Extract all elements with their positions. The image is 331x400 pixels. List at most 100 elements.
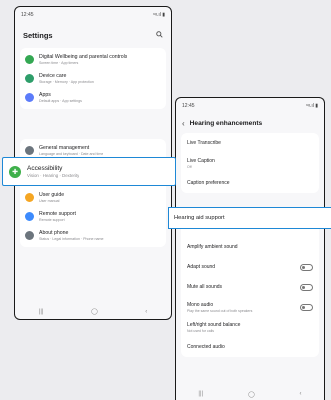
home-icon[interactable]: ◯ [91,308,98,315]
settings-item-sub: Remote support [39,218,65,222]
settings-item-text: Remote support Remote support [39,211,76,222]
settings-item-text: User guide User manual [39,192,64,203]
settings-item-sub: Storage · Memory · App protection [39,80,94,84]
settings-item[interactable]: Digital Wellbeing and parental controls S… [20,50,166,69]
page-title: Settings [23,30,53,40]
back-icon[interactable]: ‹ [300,391,302,398]
settings-item-label: General management [39,145,90,151]
settings-item-sub: Default apps · App settings [39,99,82,103]
hearing-item[interactable]: Live Transcribe [181,133,319,153]
hearing-item-label: Live Caption [187,157,215,164]
hearing-item-label: Caption preference [187,180,230,186]
status-bar: 12:45 ⁶ᵍ.ıl ▮ [15,7,171,22]
settings-item-sub: Language and keyboard · Date and time [39,152,104,156]
settings-item-label: About phone [39,230,69,236]
recent-apps-icon[interactable]: ||| [198,391,203,398]
stage: 12:45 ⁶ᵍ.ıl ▮ Settings Digital Wellbeing… [0,0,331,400]
status-bar: 12:45 ⁶ᵍ.ıl ▮ [176,98,324,113]
search-icon[interactable] [156,30,163,40]
hearing-list: Live Transcribe Live Caption Off Caption pr… [176,133,324,357]
toggle-switch[interactable] [300,283,313,291]
settings-item[interactable]: Apps Default apps · App settings [20,88,166,107]
nav-bar: ||| ◯ ‹ [15,308,171,316]
recent-apps-icon[interactable]: ||| [39,309,44,315]
back-icon[interactable]: ‹ [145,309,147,315]
page-title: Hearing enhancements [189,119,263,127]
hearing-item[interactable]: Mono audio Play the same sound out of bot… [181,297,319,317]
hearing-card: Live Transcribe Live Caption Off Caption pr… [181,133,319,193]
toggle-switch[interactable] [300,303,313,311]
settings-item-sub: Screen time · App timers [39,61,79,65]
settings-item[interactable]: User guide User manual [20,188,166,207]
settings-item-icon [25,146,34,155]
hearing-item-label: Mono audio [187,301,214,308]
settings-item-icon [25,55,34,64]
hearing-item-text: Left/right sound balance Not used for cal… [187,322,240,333]
settings-item-text: General management Language and keyboard … [39,145,103,156]
hearing-item-text: Live Transcribe [187,140,221,146]
settings-header: Settings [15,22,171,48]
hearing-item[interactable]: Caption preference [181,173,319,193]
hearing-card: Sound NotificationsAmplify ambient sound… [181,217,319,357]
hearing-item-text: Live Caption Off [187,158,215,169]
settings-item-label: User guide [39,192,65,198]
hearing-item-text: Adapt sound [187,264,215,270]
accessibility-text: Accessibility Vision · Hearing · Dexteri… [27,165,79,178]
settings-item-icon [25,74,34,83]
settings-item-label: Apps [39,92,51,98]
settings-item-icon [25,93,34,102]
settings-item[interactable]: About phone Status · Legal information · … [20,226,166,245]
settings-item-icon [25,231,34,240]
accessibility-menu-item[interactable]: ✚ Accessibility Vision · Hearing · Dexte… [2,157,176,186]
nav-bar: ||| ◯ ‹ [176,391,324,398]
settings-item-label: Digital Wellbeing and parental controls [39,54,128,60]
hearing-item-label: Amplify ambient sound [187,244,238,250]
signal-battery-icon: ⁶ᵍ.ıl ▮ [153,11,165,18]
hearing-item-text: Mono audio Play the same sound out of bot… [187,302,252,313]
status-icons: ⁶ᵍ.ıl ▮ [153,12,165,18]
hearing-phone: 12:45 ⁶ᵍ.ıl ▮ ‹ Hearing enhancements Liv… [175,97,325,400]
settings-item-text: About phone Status · Legal information · … [39,230,104,241]
hearing-item[interactable]: Live Caption Off [181,153,319,173]
hearing-item-label: Connected audio [187,344,225,350]
status-time: 12:45 [182,102,195,109]
hearing-item[interactable]: Mute all sounds [181,277,319,297]
hearing-header: ‹ Hearing enhancements [176,113,324,133]
accessibility-sub: Vision · Hearing · Dexterity [27,173,80,178]
toggle-switch[interactable] [300,263,313,271]
accessibility-label: Accessibility [27,165,63,172]
hearing-item-text: Connected audio [187,344,225,350]
hearing-aid-support-item[interactable]: Hearing aid support [168,207,331,229]
settings-item-text: Device care Storage · Memory · App protec… [39,73,94,84]
settings-item-text: Digital Wellbeing and parental controls S… [39,54,127,65]
hearing-item-text: Mute all sounds [187,284,222,290]
hearing-item-text: Caption preference [187,180,230,186]
status-icons: ⁶ᵍ.ıl ▮ [306,103,318,109]
signal-battery-icon: ⁶ᵍ.ıl ▮ [306,102,318,109]
hearing-item-label: Live Transcribe [187,140,221,146]
hearing-item[interactable]: Left/right sound balance Not used for cal… [181,317,319,337]
hearing-item[interactable]: Amplify ambient sound [181,237,319,257]
hearing-item[interactable]: Connected audio [181,337,319,357]
hearing-aid-support-label: Hearing aid support [174,215,225,221]
hearing-item-sub: Off [187,164,192,169]
settings-item-icon [25,193,34,202]
accessibility-icon: ✚ [9,165,21,178]
settings-item-sub: Status · Legal information · Phone name [39,237,104,241]
settings-item-label: Device care [39,73,67,79]
home-icon[interactable]: ◯ [248,391,255,398]
settings-item-text: Apps Default apps · App settings [39,92,82,103]
hearing-item-sub: Play the same sound out of both speakers [187,308,253,313]
settings-item[interactable]: Remote support Remote support [20,207,166,226]
settings-list: Digital Wellbeing and parental controls S… [15,48,171,247]
settings-item-label: Remote support [39,211,76,217]
hearing-item-label: Adapt sound [187,264,216,270]
hearing-item-label: Mute all sounds [187,284,223,290]
settings-item[interactable]: Device care Storage · Memory · App protec… [20,69,166,88]
hearing-item[interactable]: Adapt sound [181,257,319,277]
settings-item-sub: User manual [39,199,60,203]
hearing-item-label: Left/right sound balance [187,321,241,328]
hearing-item-sub: Not used for calls [187,328,215,333]
back-arrow-icon[interactable]: ‹ [182,119,185,128]
settings-item-icon [25,212,34,221]
